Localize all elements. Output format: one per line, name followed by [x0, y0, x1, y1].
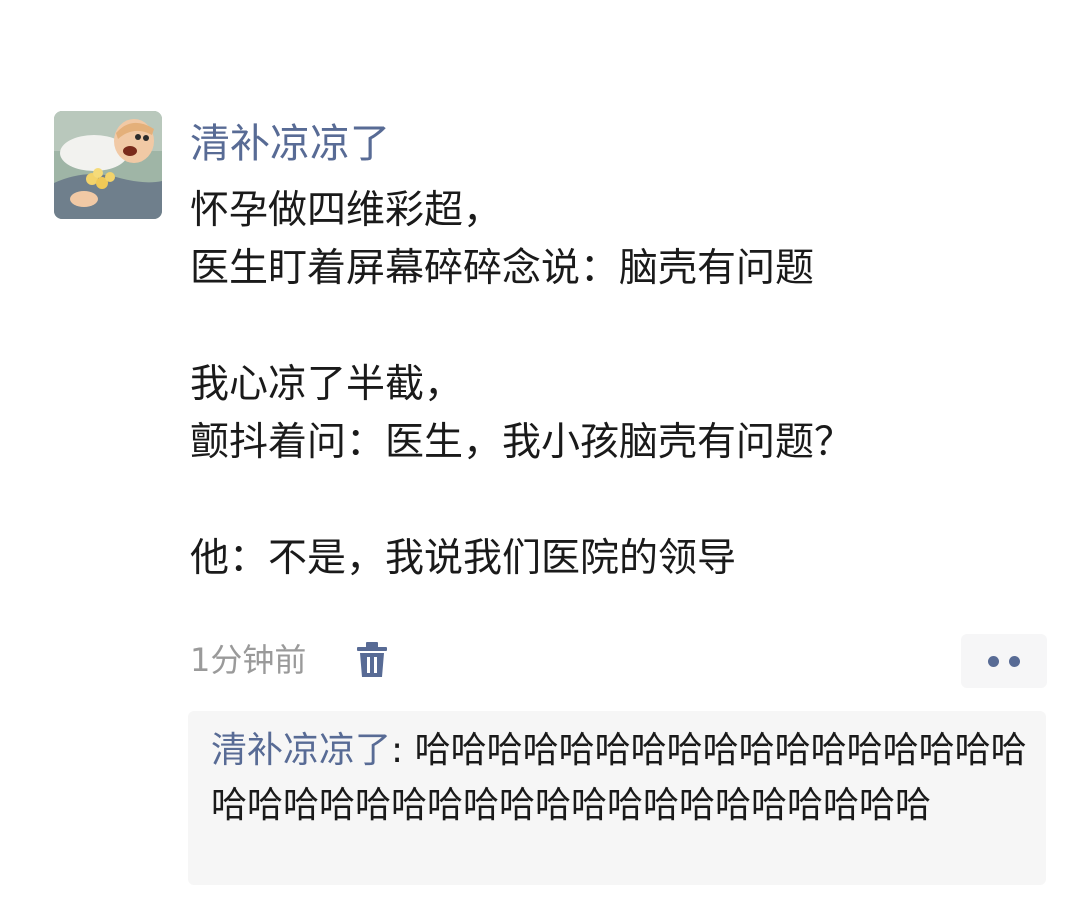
trash-icon	[357, 642, 387, 677]
more-dots-icon	[1009, 656, 1020, 667]
post-timestamp: 1分钟前	[190, 641, 307, 679]
post-content: 怀孕做四维彩超， 医生盯着屏幕碎碎念说：脑壳有问题 我心凉了半截， 颤抖着问：医…	[190, 182, 1050, 588]
content-line: 颤抖着问：医生，我小孩脑壳有问题？	[190, 420, 854, 465]
content-line	[190, 298, 1050, 356]
delete-button[interactable]	[354, 641, 390, 679]
more-dots-icon	[988, 656, 999, 667]
comment-separator: :	[391, 730, 415, 771]
content-line	[190, 472, 1050, 530]
content-line: 医生盯着屏幕碎碎念说：脑壳有问题	[190, 246, 815, 291]
moments-post: 清补凉凉了 怀孕做四维彩超， 医生盯着屏幕碎碎念说：脑壳有问题 我心凉了半截， …	[0, 0, 1080, 914]
content-line: 我心凉了半截，	[190, 362, 464, 407]
comment-author[interactable]: 清补凉凉了	[211, 730, 391, 771]
more-button[interactable]	[961, 634, 1047, 688]
comment-panel: 清补凉凉了: 哈哈哈哈哈哈哈哈哈哈哈哈哈哈哈哈哈哈哈哈哈哈哈哈哈哈哈哈哈哈哈哈哈…	[188, 711, 1046, 885]
avatar[interactable]	[54, 111, 162, 219]
avatar-cartoon-icon	[54, 111, 162, 219]
content-line: 他：不是，我说我们医院的领导	[190, 536, 737, 581]
post-username[interactable]: 清补凉凉了	[190, 118, 390, 170]
content-line: 怀孕做四维彩超，	[190, 188, 503, 233]
comment-item[interactable]: 清补凉凉了: 哈哈哈哈哈哈哈哈哈哈哈哈哈哈哈哈哈哈哈哈哈哈哈哈哈哈哈哈哈哈哈哈哈…	[211, 723, 1031, 833]
